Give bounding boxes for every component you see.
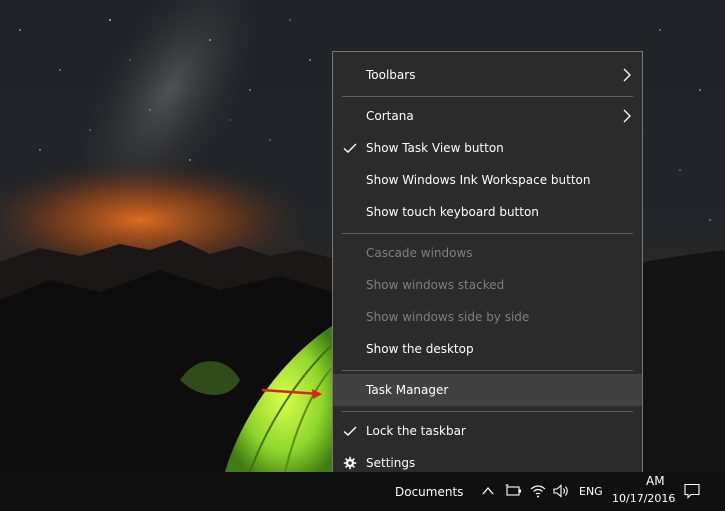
menu-item-label: Settings: [366, 456, 416, 470]
menu-item-task-manager[interactable]: Task Manager: [333, 374, 642, 406]
gear-icon: [343, 456, 357, 470]
chevron-right-icon: [623, 68, 631, 82]
menu-item-show-the-desktop[interactable]: Show the desktop: [333, 333, 642, 365]
menu-item-show-windows-side-by-side: Show windows side by side: [333, 301, 642, 333]
taskbar-context-menu: Toolbars Cortana Show Task View button S…: [332, 51, 643, 488]
menu-item-cortana[interactable]: Cortana: [333, 100, 642, 132]
battery-icon[interactable]: [505, 484, 523, 498]
clock-date[interactable]: 10/17/2016: [612, 492, 675, 505]
checkmark-icon: [343, 426, 357, 436]
checkmark-icon: [343, 143, 357, 153]
menu-separator: [342, 370, 633, 371]
menu-item-toolbars[interactable]: Toolbars: [333, 59, 642, 91]
menu-item-label: Lock the taskbar: [366, 424, 466, 438]
documents-toolbar-label[interactable]: Documents: [395, 485, 463, 499]
input-language-indicator[interactable]: ENG: [579, 485, 603, 498]
menu-item-label: Toolbars: [366, 68, 416, 82]
chevron-up-icon[interactable]: [482, 486, 494, 496]
menu-item-label: Cascade windows: [366, 246, 473, 260]
menu-separator: [342, 411, 633, 412]
menu-item-show-task-view-button[interactable]: Show Task View button: [333, 132, 642, 164]
clock-time[interactable]: AM: [646, 474, 665, 488]
speaker-icon[interactable]: [553, 484, 571, 498]
menu-item-lock-the-taskbar[interactable]: Lock the taskbar: [333, 415, 642, 447]
menu-item-show-windows-ink-workspace-button[interactable]: Show Windows Ink Workspace button: [333, 164, 642, 196]
menu-item-label: Cortana: [366, 109, 414, 123]
menu-separator: [342, 233, 633, 234]
menu-item-show-touch-keyboard-button[interactable]: Show touch keyboard button: [333, 196, 642, 228]
menu-item-label: Show Task View button: [366, 141, 504, 155]
action-center-icon[interactable]: [684, 483, 700, 499]
menu-item-label: Show Windows Ink Workspace button: [366, 173, 591, 187]
menu-item-label: Show touch keyboard button: [366, 205, 539, 219]
menu-item-label: Show windows stacked: [366, 278, 505, 292]
menu-separator: [342, 96, 633, 97]
menu-item-label: Show windows side by side: [366, 310, 530, 324]
menu-item-cascade-windows: Cascade windows: [333, 237, 642, 269]
menu-item-label: Task Manager: [366, 383, 449, 397]
menu-item-show-windows-stacked: Show windows stacked: [333, 269, 642, 301]
wifi-icon[interactable]: [530, 484, 546, 498]
chevron-right-icon: [623, 109, 631, 123]
taskbar[interactable]: Documents ENG AM 10/17/2016: [0, 472, 725, 511]
menu-item-label: Show the desktop: [366, 342, 474, 356]
